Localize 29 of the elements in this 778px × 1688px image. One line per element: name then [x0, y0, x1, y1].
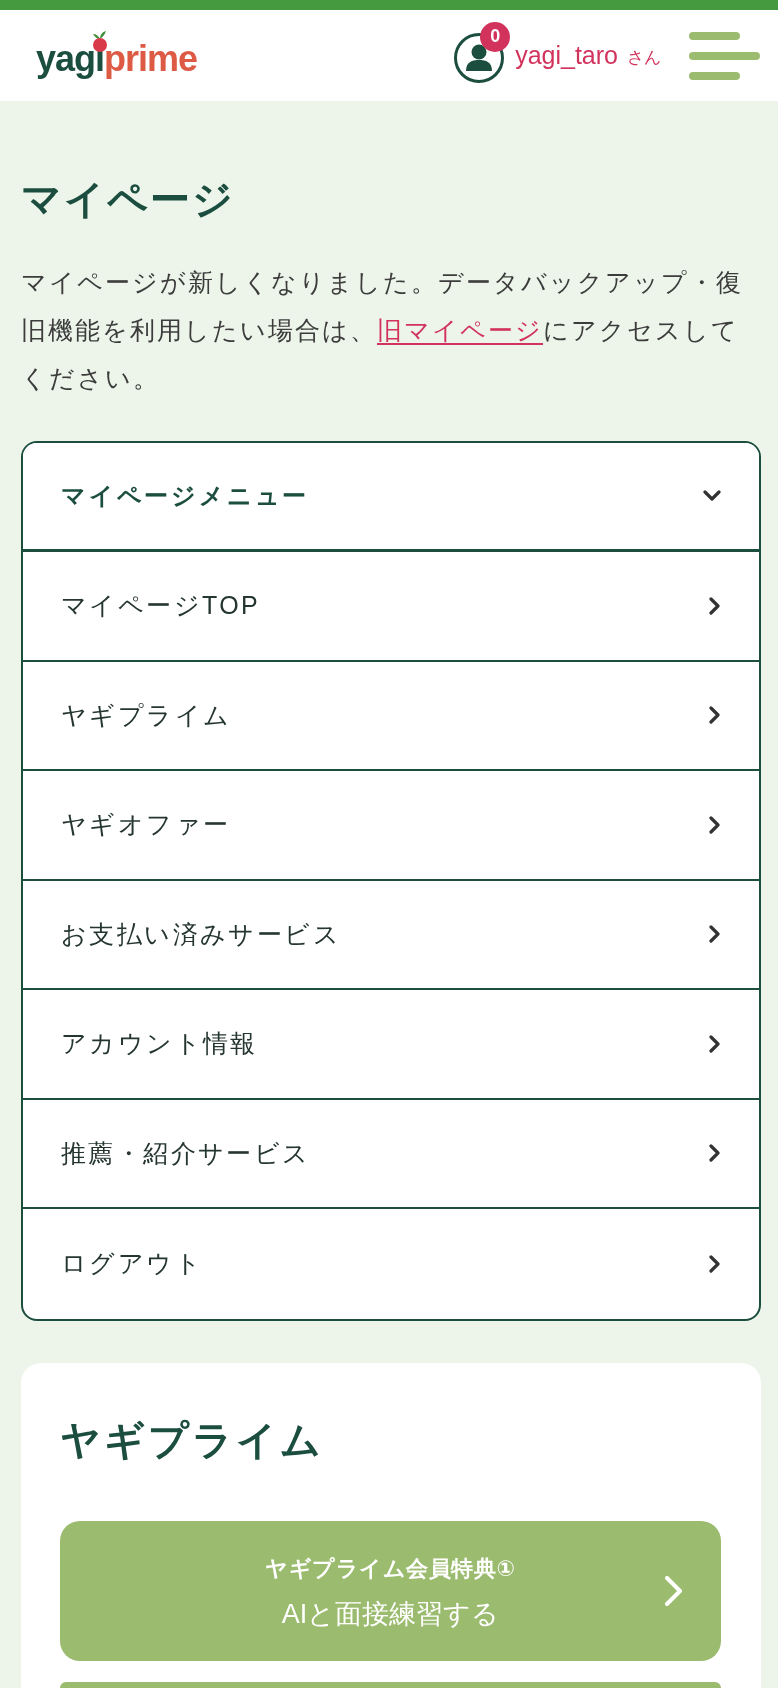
chevron-down-icon: [703, 490, 721, 502]
honorific-text: さん: [627, 47, 661, 69]
chevron-right-icon: [709, 596, 721, 615]
benefit-caption: ヤギプライム会員特典①: [265, 1554, 516, 1583]
menu-item[interactable]: ログアウト: [23, 1209, 759, 1319]
chevron-right-icon: [709, 925, 721, 944]
chevron-right-icon: [709, 1254, 721, 1273]
notice-text: マイページが新しくなりました。データバックアップ・復旧機能を利用したい場合は、旧マイページ にアクセスしてください。: [21, 267, 744, 394]
menu-item[interactable]: 推薦・紹介サービス: [23, 1099, 759, 1209]
notification-badge: 0: [480, 21, 511, 52]
page-title: マイページ: [21, 176, 236, 223]
menu-item[interactable]: アカウント情報: [23, 990, 759, 1100]
menu-item[interactable]: お支払い済みサービス: [23, 880, 759, 990]
chevron-right-icon: [709, 706, 721, 725]
old-mypage-link[interactable]: 旧マイページ: [377, 316, 543, 344]
chevron-right-icon: [709, 1034, 721, 1053]
section-title: ヤギプライム: [60, 1416, 325, 1464]
chevron-right-icon: [709, 1144, 721, 1163]
menu-icon: [689, 31, 760, 80]
menu-button[interactable]: [689, 31, 760, 80]
benefit-label: AIと面接練習する: [281, 1597, 500, 1631]
menu-item[interactable]: マイページTOP: [23, 552, 759, 662]
menu-toggle[interactable]: マイページメニュー: [23, 443, 759, 552]
menu-item[interactable]: ヤギプライム: [23, 661, 759, 771]
username: yagi_taro: [515, 41, 618, 70]
menu-item[interactable]: ヤギオファー: [23, 771, 759, 881]
chevron-right-icon: [709, 815, 721, 834]
chevron-right-icon: [665, 1575, 683, 1606]
benefit-button[interactable]: [60, 1681, 721, 1688]
